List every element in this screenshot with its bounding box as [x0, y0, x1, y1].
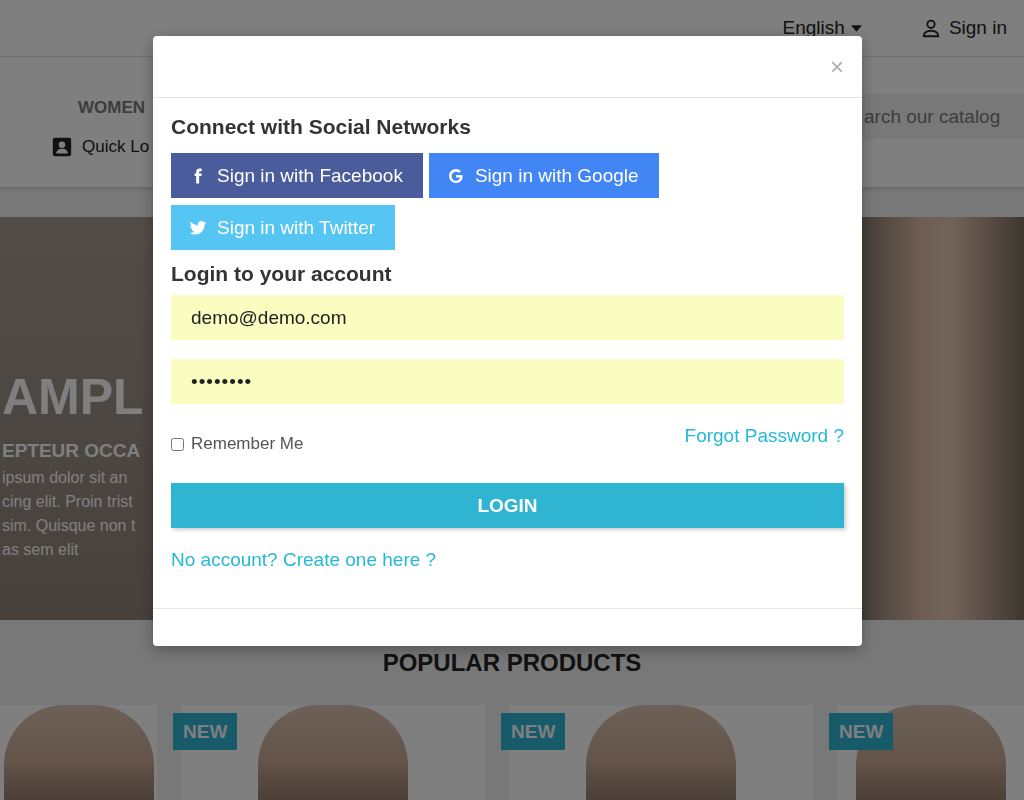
- facebook-button[interactable]: Sign in with Facebook: [171, 153, 423, 198]
- password-input[interactable]: [171, 359, 844, 404]
- social-button-label[interactable]: Sign in with Google: [475, 165, 639, 187]
- shop-page: EnglishSign inWOMENQuick Loarch our cata…: [0, 0, 1024, 800]
- modal-header: ×: [153, 36, 862, 98]
- facebook-icon[interactable]: [189, 167, 207, 185]
- google-button[interactable]: Sign in with Google: [429, 153, 659, 198]
- twitter-bird-icon[interactable]: [189, 219, 207, 237]
- remember-label[interactable]: Remember Me: [191, 434, 303, 454]
- email-input[interactable]: [171, 295, 844, 340]
- remember-checkbox[interactable]: [171, 438, 184, 451]
- remember-me[interactable]: Remember Me: [171, 424, 303, 454]
- social-title: Connect with Social Networks: [171, 113, 844, 141]
- login-button[interactable]: LOGIN: [171, 483, 844, 528]
- login-modal: × Connect with Social Networks Sign in wit…: [153, 36, 862, 646]
- social-button-label[interactable]: Sign in with Facebook: [217, 165, 403, 187]
- close-button[interactable]: ×: [830, 53, 844, 81]
- login-options: Remember Me Forgot Password ?: [171, 424, 844, 454]
- social-button-label[interactable]: Sign in with Twitter: [217, 217, 375, 239]
- login-title: Login to your account: [171, 260, 844, 288]
- modal-footer: [153, 608, 862, 646]
- social-buttons: Sign in with Facebook Sign in with Google…: [171, 153, 844, 250]
- create-account-link[interactable]: No account? Create one here ?: [171, 548, 844, 572]
- google-icon[interactable]: [447, 167, 465, 185]
- forgot-password-link[interactable]: Forgot Password ?: [685, 424, 844, 448]
- twitter-button[interactable]: Sign in with Twitter: [171, 205, 395, 250]
- modal-body: Connect with Social Networks Sign in with…: [153, 98, 862, 608]
